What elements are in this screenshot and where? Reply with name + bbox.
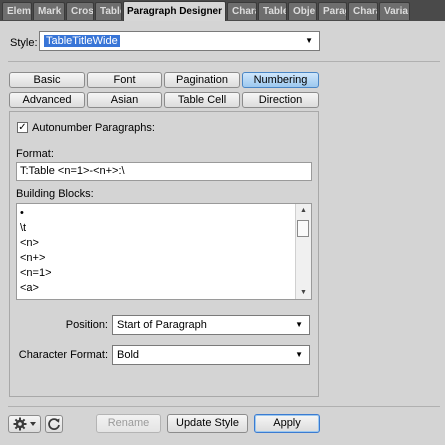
building-blocks-label: Building Blocks:	[16, 188, 94, 200]
panel-tab-object-properties[interactable]: Obje	[288, 2, 317, 20]
panel-tab-character-designer[interactable]: Chara	[227, 2, 257, 20]
list-item[interactable]: <n+>	[20, 251, 45, 265]
panel-tab-paragraph-designer[interactable]: Paragraph Designer	[123, 1, 226, 21]
style-label: Style:	[10, 37, 38, 49]
gear-icon	[13, 417, 36, 431]
scroll-thumb[interactable]	[297, 220, 309, 237]
update-style-button[interactable]: Update Style	[167, 414, 248, 433]
style-value: TableTitleWide	[44, 35, 120, 47]
apply-button[interactable]: Apply	[254, 414, 320, 433]
chevron-down-icon: ▼	[295, 350, 303, 359]
panel-tab-cross-references[interactable]: Cross	[66, 2, 94, 20]
scroll-up-icon[interactable]: ▲	[296, 204, 311, 217]
style-dropdown[interactable]: TableTitleWide ▼	[39, 31, 320, 51]
divider	[8, 61, 440, 62]
position-value: Start of Paragraph	[117, 319, 207, 331]
refresh-button[interactable]	[45, 415, 63, 433]
character-format-label: Character Format:	[18, 349, 108, 361]
panel-tab-variables[interactable]: Varia	[379, 2, 410, 20]
position-label: Position:	[65, 319, 108, 331]
list-item[interactable]: <n=1>	[20, 266, 52, 280]
tab-advanced[interactable]: Advanced	[9, 92, 85, 108]
refresh-icon	[48, 418, 60, 430]
list-scrollbar[interactable]: ▲ ▼	[295, 204, 311, 299]
rename-button[interactable]: Rename	[96, 414, 161, 433]
format-input[interactable]: T:Table <n=1>-<n+>:\	[16, 162, 312, 181]
tab-table-cell[interactable]: Table Cell	[164, 92, 240, 108]
panel-tab-strip: Elem Mark Cross Table Paragraph Designer…	[0, 0, 445, 22]
divider	[8, 406, 440, 407]
chevron-down-icon: ▼	[295, 320, 303, 329]
character-format-dropdown[interactable]: Bold ▼	[112, 345, 310, 365]
autonumber-checkbox[interactable]: ✓	[17, 122, 28, 133]
character-format-value: Bold	[117, 349, 140, 361]
position-dropdown[interactable]: Start of Paragraph ▼	[112, 315, 310, 335]
chevron-down-icon: ▼	[305, 36, 313, 45]
scroll-down-icon[interactable]: ▼	[296, 286, 311, 299]
panel-tab-elements[interactable]: Elem	[2, 2, 32, 20]
autonumber-label: Autonumber Paragraphs:	[32, 122, 155, 134]
options-menu-button[interactable]	[8, 415, 41, 433]
list-item[interactable]: \t	[20, 221, 26, 235]
tab-basic[interactable]: Basic	[9, 72, 85, 88]
panel-tab-tables[interactable]: Table	[95, 2, 122, 20]
building-blocks-list[interactable]: • \t <n> <n+> <n=1> <a> ▲ ▼	[16, 203, 312, 300]
tab-direction[interactable]: Direction	[242, 92, 319, 108]
panel-tab-paragraph-catalog[interactable]: Parag	[318, 2, 347, 20]
panel-tab-table-designer[interactable]: Table	[258, 2, 287, 20]
list-item[interactable]: •	[20, 206, 24, 220]
tab-font[interactable]: Font	[87, 72, 162, 88]
tab-asian[interactable]: Asian	[87, 92, 162, 108]
tab-pagination[interactable]: Pagination	[164, 72, 240, 88]
list-item[interactable]: <n>	[20, 236, 39, 250]
panel-tab-markers[interactable]: Mark	[33, 2, 65, 20]
tab-numbering[interactable]: Numbering	[242, 72, 319, 88]
panel-tab-character-catalog[interactable]: Chara	[348, 2, 378, 20]
list-item[interactable]: <a>	[20, 281, 39, 295]
format-label: Format:	[16, 148, 54, 160]
